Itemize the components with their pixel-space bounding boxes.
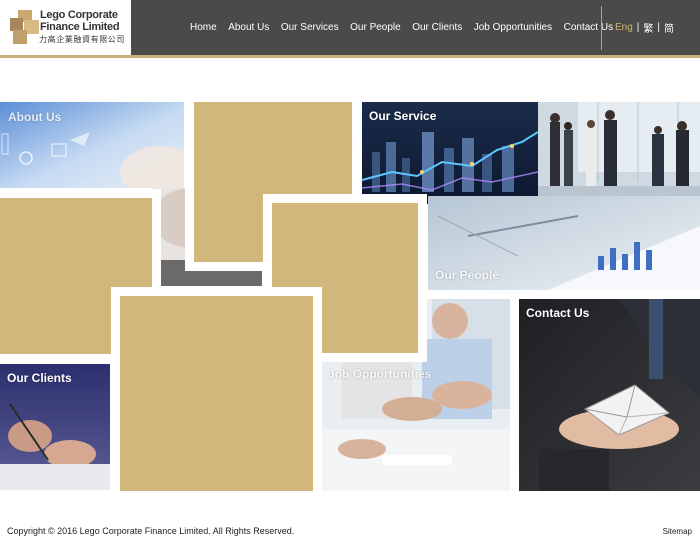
office-team-photo <box>538 102 700 196</box>
tile-about-us[interactable]: About Us <box>0 102 184 188</box>
logo-name-line2: Finance Limited <box>40 21 120 33</box>
gold-square-4 <box>111 287 322 500</box>
tile-contact-us[interactable]: Contact Us <box>519 299 700 491</box>
sitemap-link[interactable]: Sitemap <box>663 527 692 536</box>
nav-home[interactable]: Home <box>190 22 217 33</box>
tile-label-our-people: Our People <box>435 268 500 282</box>
nav-divider <box>601 6 602 50</box>
tile-label-contact-us: Contact Us <box>526 306 590 320</box>
site-header: Lego Corporate Finance Limited 力高企業融資有限公… <box>0 0 700 55</box>
tile-label-our-clients: Our Clients <box>7 371 72 385</box>
logo-chinese-name: 力高企業融資有限公司 <box>39 35 125 44</box>
tile-label-job-opportunities: Job Opportunities <box>328 367 432 381</box>
lang-separator: | <box>636 22 640 33</box>
lang-simplified-chinese[interactable]: 简 <box>664 20 674 35</box>
logo[interactable]: Lego Corporate Finance Limited 力高企業融資有限公… <box>0 0 131 55</box>
tile-our-people[interactable]: Our People <box>428 196 700 290</box>
lang-english[interactable]: Eng <box>615 22 633 33</box>
tile-label-our-service: Our Service <box>369 109 437 123</box>
tile-our-clients[interactable]: Our Clients <box>0 364 110 490</box>
lang-separator: | <box>657 22 661 33</box>
copyright-text: Copyright © 2016 Lego Corporate Finance … <box>7 526 295 536</box>
nav-our-people[interactable]: Our People <box>350 22 401 33</box>
nav-about-us[interactable]: About Us <box>228 22 269 33</box>
lang-traditional-chinese[interactable]: 繁 <box>643 20 653 35</box>
contact-us-photo <box>519 299 700 491</box>
logo-mark-icon <box>10 10 39 44</box>
nav-our-services[interactable]: Our Services <box>281 22 339 33</box>
logo-name: Lego Corporate Finance Limited <box>40 9 130 33</box>
language-switcher: Eng | 繁 | 简 <box>615 0 674 55</box>
tile-label-about-us: About Us <box>8 110 62 124</box>
nav-job-opportunities[interactable]: Job Opportunities <box>474 22 552 33</box>
nav-our-clients[interactable]: Our Clients <box>412 22 462 33</box>
tile-our-service[interactable]: Our Service <box>362 102 538 204</box>
main-nav: Home About Us Our Services Our People Ou… <box>190 0 625 55</box>
nav-contact-us[interactable]: Contact Us <box>564 22 613 33</box>
header-gold-rule <box>0 55 700 58</box>
logo-name-line1: Lego Corporate <box>40 9 118 21</box>
